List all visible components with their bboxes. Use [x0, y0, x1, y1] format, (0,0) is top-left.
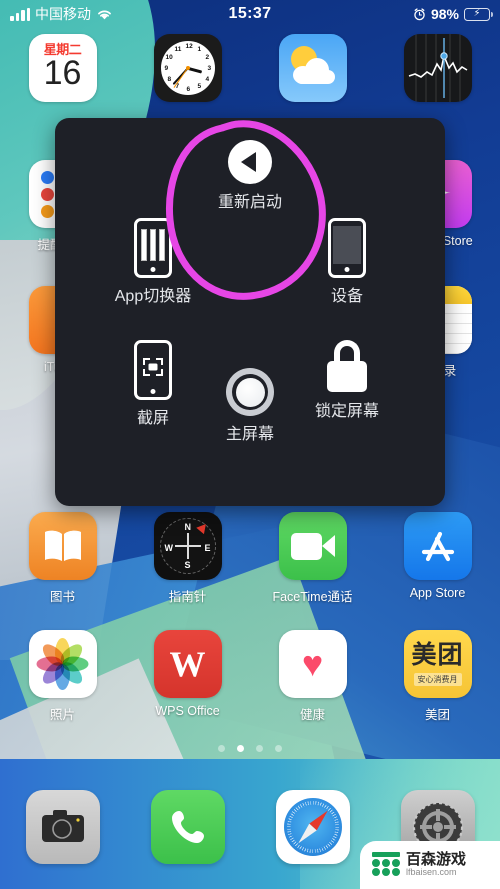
- reminders-dot-blue: [40, 170, 54, 184]
- heart-icon: ♥: [301, 643, 324, 684]
- lock-icon: [324, 340, 370, 392]
- book-glyph: [44, 530, 81, 561]
- app-label-wps: WPS Office: [155, 704, 220, 718]
- screenshot-icon: [134, 340, 172, 400]
- assistive-touch-menu[interactable]: 重新启动 App切换器 设备 截屏 锁定屏幕 主屏幕: [55, 118, 445, 506]
- app-cell-wps[interactable]: W WPS Office: [125, 630, 250, 723]
- assistive-screenshot-label: 截屏: [136, 410, 169, 427]
- app-cell-stocks[interactable]: [375, 34, 500, 102]
- safari-compass-icon: [283, 798, 342, 856]
- battery-icon: ⚡: [464, 7, 493, 21]
- dock-item-phone[interactable]: [143, 790, 233, 864]
- app-cell-facetime[interactable]: FaceTime通话: [250, 512, 375, 605]
- app-label-app-store: App Store: [409, 586, 466, 600]
- app-cell-photos[interactable]: 照片: [0, 630, 125, 723]
- dock-item-camera[interactable]: [18, 790, 108, 864]
- home-row-5: 照片 W WPS Office ♥ 健康 美团 安心消费月 美团: [0, 630, 500, 723]
- reminders-dot-red: [40, 187, 54, 201]
- app-cell-calendar[interactable]: 星期二 16: [0, 34, 125, 102]
- app-label-health: 健康: [299, 708, 325, 722]
- meituan-app-icon[interactable]: 美团 安心消费月: [403, 630, 472, 698]
- pinwheel-icon: [36, 638, 89, 690]
- app-label-facetime: FaceTime通话: [272, 590, 353, 604]
- site-watermark: 百森游戏 lfbaisen.com: [360, 841, 500, 889]
- facetime-app-icon[interactable]: [278, 512, 347, 580]
- compass-needle-icon: [195, 520, 210, 535]
- assistive-home-label: 主屏幕: [225, 426, 275, 443]
- stocks-widget-icon[interactable]: [403, 34, 472, 102]
- assistive-restart-button[interactable]: 重新启动: [218, 140, 282, 213]
- compass-app-icon[interactable]: N E S W: [153, 512, 222, 580]
- home-row-4: 图书 N E S W 指南针 FaceTime通话 App Store: [0, 512, 500, 605]
- books-app-icon[interactable]: [28, 512, 97, 580]
- camera-app-icon[interactable]: [25, 790, 100, 864]
- app-store-app-icon[interactable]: [403, 512, 472, 580]
- phone-handset-icon: [171, 811, 204, 843]
- assistive-app-switcher-label: App切换器: [114, 288, 192, 305]
- camera-glyph: [41, 810, 84, 842]
- clock-label: 15:37: [228, 5, 272, 22]
- clock-face: 12 1 2 3 4 5 6 7 8 9 10 11: [160, 41, 215, 95]
- cloud-icon: [292, 58, 335, 84]
- meituan-logo-text: 美团: [411, 640, 464, 669]
- assistive-home-button[interactable]: 主屏幕: [225, 368, 275, 445]
- app-label-meituan: 美团: [424, 708, 450, 722]
- watermark-text: 百森游戏 lfbaisen.com: [406, 852, 466, 877]
- app-cell-clock[interactable]: 12 1 2 3 4 5 6 7 8 9 10 11: [125, 34, 250, 102]
- assistive-device-button[interactable]: 设备: [287, 218, 407, 307]
- app-cell-meituan[interactable]: 美团 安心消费月 美团: [375, 630, 500, 723]
- app-label-compass: 指南针: [168, 590, 207, 604]
- page-indicator-dots[interactable]: [0, 745, 500, 752]
- wps-letter-w: W: [169, 644, 206, 684]
- assistive-lock-screen-label: 锁定屏幕: [314, 403, 379, 420]
- photos-app-icon[interactable]: [28, 630, 97, 698]
- app-switcher-icon: [134, 218, 172, 278]
- page-dot-2-active[interactable]: [237, 745, 244, 752]
- assistive-app-switcher-button[interactable]: App切换器: [93, 218, 213, 307]
- safari-app-icon[interactable]: [275, 790, 350, 864]
- app-cell-weather[interactable]: [250, 34, 375, 102]
- watermark-brand-cn: 百森游戏: [406, 851, 467, 869]
- assistive-screenshot-button[interactable]: 截屏: [93, 340, 213, 429]
- phone-app-icon[interactable]: [150, 790, 225, 864]
- page-dot-4[interactable]: [275, 745, 282, 752]
- app-store-glyph: [421, 531, 454, 562]
- home-row-1: 星期二 16 12 1 2 3 4 5 6 7 8 9 10 11: [0, 34, 500, 102]
- app-label-books: 图书: [49, 590, 75, 604]
- assistive-device-label: 设备: [330, 288, 363, 305]
- status-bar: 中国移动 15:37 98% ⚡: [0, 0, 500, 28]
- stock-chart: [408, 34, 467, 102]
- dock-item-safari[interactable]: [268, 790, 358, 864]
- device-phone-icon: [328, 218, 366, 278]
- home-button-icon: [225, 368, 274, 416]
- watermark-brand-url: lfbaisen.com: [406, 867, 457, 878]
- charging-bolt-icon: ⚡: [473, 8, 481, 19]
- watermark-logo-icon: [372, 852, 400, 878]
- weather-widget-icon[interactable]: [278, 34, 347, 102]
- app-label-photos: 照片: [49, 708, 75, 722]
- wps-office-app-icon[interactable]: W: [153, 630, 222, 698]
- reminders-dot-orange: [40, 204, 54, 218]
- compass-rose: N E S W: [159, 518, 216, 574]
- calendar-widget-icon[interactable]: 星期二 16: [28, 34, 97, 102]
- assistive-restart-label: 重新启动: [217, 194, 283, 211]
- app-cell-health[interactable]: ♥ 健康: [250, 630, 375, 723]
- app-cell-books[interactable]: 图书: [0, 512, 125, 605]
- health-app-icon[interactable]: ♥: [278, 630, 347, 698]
- power-restart-icon: [227, 140, 272, 184]
- meituan-badge-text: 安心消费月: [413, 672, 462, 686]
- page-dot-1[interactable]: [218, 745, 225, 752]
- app-cell-compass[interactable]: N E S W 指南针: [125, 512, 250, 605]
- page-dot-3[interactable]: [256, 745, 263, 752]
- clock-widget-icon[interactable]: 12 1 2 3 4 5 6 7 8 9 10 11: [153, 34, 222, 102]
- assistive-lock-screen-button[interactable]: 锁定屏幕: [287, 340, 407, 422]
- calendar-day: 16: [43, 54, 82, 92]
- app-cell-app-store[interactable]: App Store: [375, 512, 500, 605]
- video-camera-icon: [290, 532, 335, 560]
